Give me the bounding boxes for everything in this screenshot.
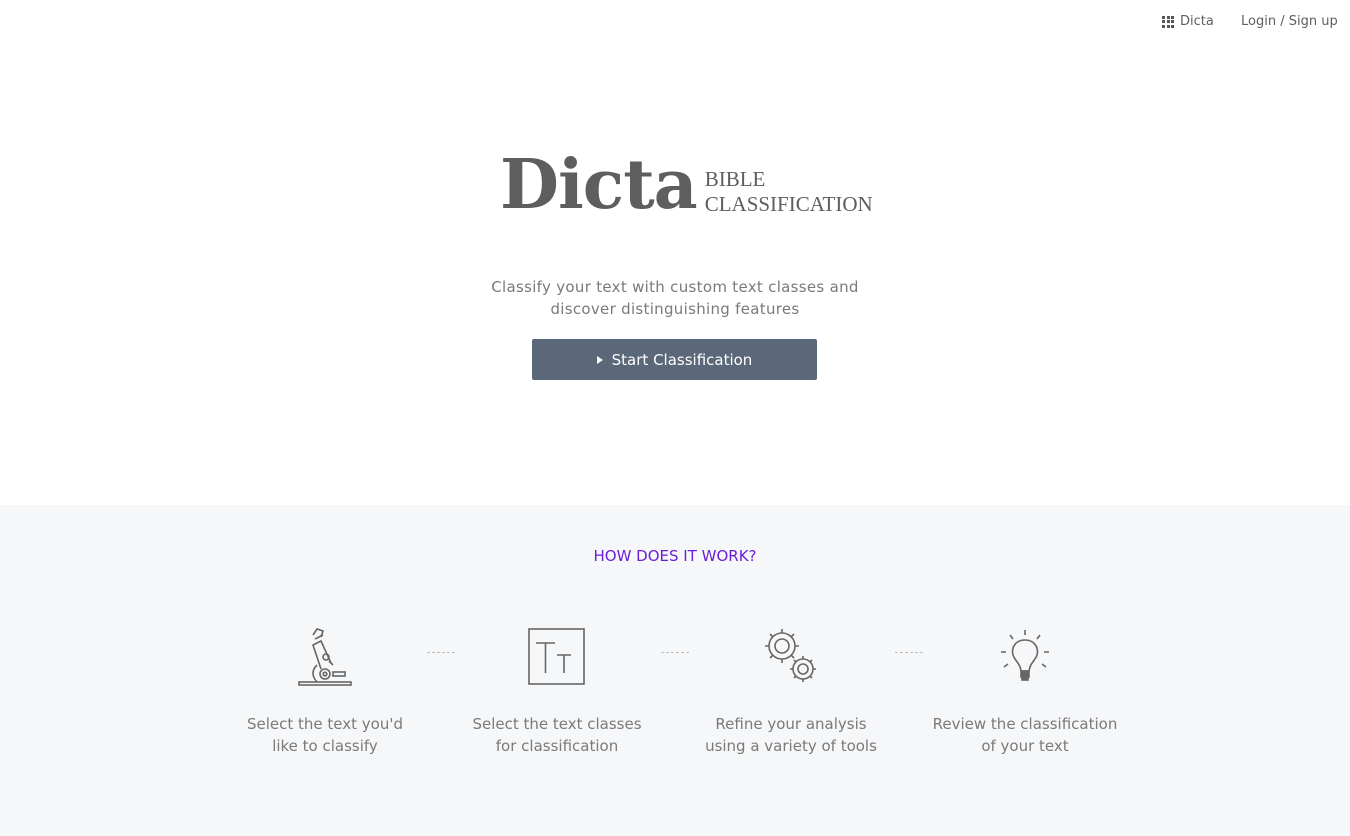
how-it-works-title: HOW DOES IT WORK? xyxy=(593,547,757,565)
play-icon xyxy=(596,355,603,364)
how-it-works-section: HOW DOES IT WORK? Select the text you'd … xyxy=(0,505,1350,836)
step-select-classes: Select the text classes for classificati… xyxy=(457,627,657,757)
step-4-label-line1: Review the classification xyxy=(932,715,1118,733)
start-button-label: Start Classification xyxy=(611,350,753,369)
step-review-classification: Review the classification of your text xyxy=(925,627,1125,757)
step-select-text: Select the text you'd like to classify xyxy=(225,627,425,757)
tagline-line1: Classify your text with custom text clas… xyxy=(491,278,859,296)
step-connector-3 xyxy=(895,652,923,653)
step-4-label: Review the classification of your text xyxy=(925,713,1125,757)
step-4-label-line2: of your text xyxy=(981,737,1069,755)
logo-subtitle-line1: BIBLE xyxy=(704,167,766,191)
step-refine-analysis: Refine your analysis using a variety of … xyxy=(691,627,891,757)
logo-subtitle-line2: CLASSIFICATION xyxy=(704,192,873,216)
step-2-label: Select the text classes for classificati… xyxy=(457,713,657,757)
step-3-label-line1: Refine your analysis xyxy=(715,715,867,733)
tagline: Classify your text with custom text clas… xyxy=(475,276,875,320)
hero-section: Dicta BIBLE CLASSIFICATION Classify your… xyxy=(0,0,1350,459)
gears-icon xyxy=(761,627,821,687)
step-2-label-line2: for classification xyxy=(495,737,619,755)
step-2-label-line1: Select the text classes xyxy=(472,715,642,733)
logo-subtitle: BIBLE CLASSIFICATION xyxy=(705,167,873,217)
step-1-label-line1: Select the text you'd xyxy=(246,715,403,733)
start-classification-button[interactable]: Start Classification xyxy=(532,339,817,380)
step-3-label-line2: using a variety of tools xyxy=(705,737,877,755)
lightbulb-icon xyxy=(995,627,1055,687)
step-connector-2 xyxy=(661,652,689,653)
text-size-icon xyxy=(527,627,587,687)
tagline-line2: discover distinguishing features xyxy=(550,300,800,318)
step-1-label: Select the text you'd like to classify xyxy=(225,713,425,757)
logo: Dicta BIBLE CLASSIFICATION xyxy=(500,150,873,220)
step-1-label-line2: like to classify xyxy=(272,737,378,755)
step-connector-1 xyxy=(427,652,455,653)
logo-main-text: Dicta xyxy=(500,145,698,225)
microscope-icon xyxy=(295,627,355,687)
step-3-label: Refine your analysis using a variety of … xyxy=(691,713,891,757)
